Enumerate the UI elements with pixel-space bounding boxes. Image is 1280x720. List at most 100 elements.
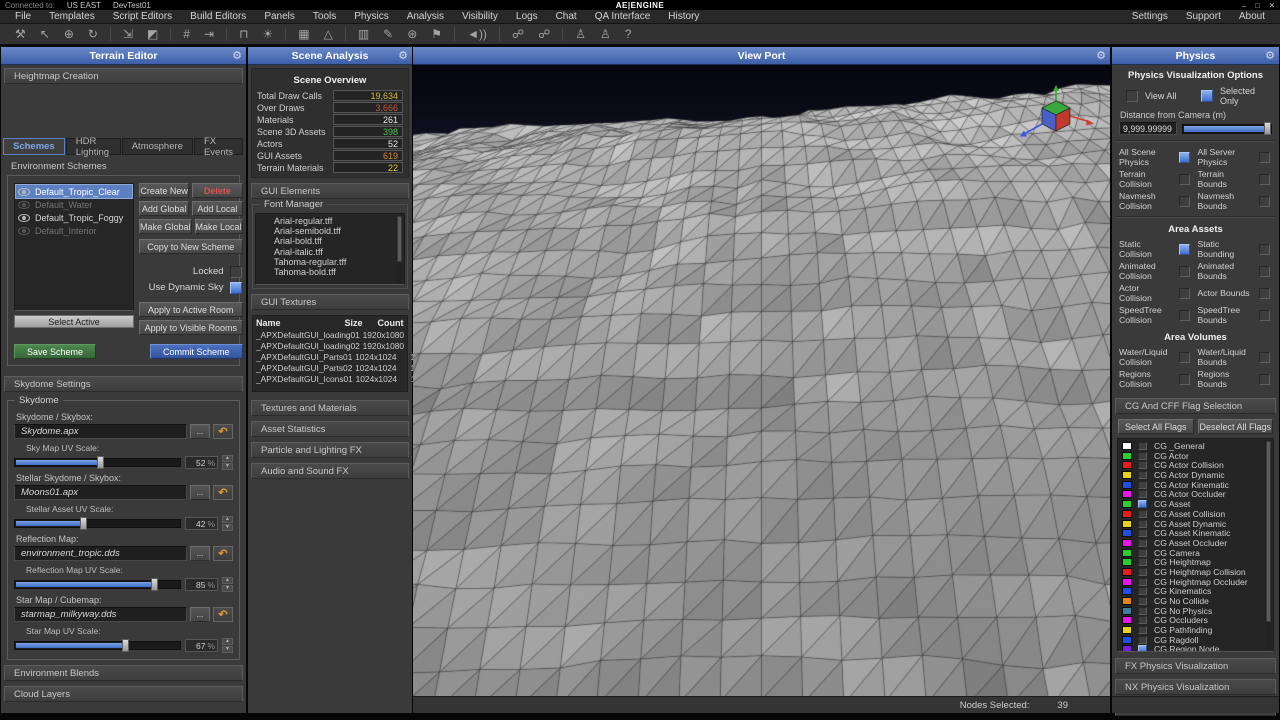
undo-icon[interactable]: ↶ <box>213 424 233 439</box>
tab-hdr-lighting[interactable]: HDR Lighting <box>66 138 121 155</box>
flag-row-cg-actor-occluder[interactable]: CG Actor Occluder <box>1122 489 1263 499</box>
browse-button[interactable]: ... <box>190 546 210 561</box>
delete-button[interactable]: Delete <box>192 183 242 198</box>
flag-checkbox-cg-heightmap-collision[interactable] <box>1138 568 1147 576</box>
flag-checkbox-cg-heightmap-occluder[interactable] <box>1138 578 1147 586</box>
checkbox-static-bounding[interactable] <box>1259 244 1270 255</box>
section-heightmap-creation[interactable]: Heightmap Creation <box>4 68 243 84</box>
percent-value[interactable]: 52% <box>185 456 218 469</box>
move-icon[interactable]: ⊕ <box>57 24 81 44</box>
create-new-button[interactable]: Create New <box>139 183 189 198</box>
section-textures-and-materials[interactable]: Textures and Materials <box>251 400 409 416</box>
gear-icon[interactable]: ⚙ <box>398 49 408 62</box>
flag-icon[interactable]: ⚑ <box>424 24 449 44</box>
align-icon[interactable]: ⇥ <box>197 24 221 44</box>
hammer-tool-icon[interactable]: ⚒ <box>8 24 33 44</box>
select-all-flags-button[interactable]: Select All Flags <box>1118 419 1194 434</box>
audio-icon[interactable]: ◄)) <box>460 24 494 44</box>
actor-build-icon[interactable]: ♙ <box>568 24 593 44</box>
undo-icon[interactable]: ↶ <box>213 485 233 500</box>
checkbox-water-liquid-collision[interactable] <box>1179 352 1190 363</box>
undo-icon[interactable]: ↶ <box>213 607 233 622</box>
font-list-scrollbar[interactable] <box>396 215 403 283</box>
visibility-eye-icon[interactable] <box>18 214 30 222</box>
link-icon[interactable]: ☍ <box>505 24 531 44</box>
skydome-skybox-input[interactable]: Skydome.apx <box>14 424 187 439</box>
resize-icon[interactable]: ◩ <box>140 24 165 44</box>
commit-scheme-button[interactable]: Commit Scheme <box>150 344 243 359</box>
flag-row-cg-actor-dynamic[interactable]: CG Actor Dynamic <box>1122 470 1263 480</box>
checkbox-all-scene-physics[interactable] <box>1179 152 1190 163</box>
spin-up-icon[interactable]: ▲ <box>222 516 233 523</box>
flag-checkbox-cg-actor-collision[interactable] <box>1138 461 1147 469</box>
flag-row-cg-heightmap[interactable]: CG Heightmap <box>1122 557 1263 567</box>
visibility-eye-icon[interactable] <box>18 227 30 235</box>
spin-up-icon[interactable]: ▲ <box>222 577 233 584</box>
menu-about[interactable]: About <box>1230 11 1274 22</box>
flag-checkbox-cg-asset-kinematic[interactable] <box>1138 529 1147 537</box>
menu-logs[interactable]: Logs <box>507 11 547 22</box>
slider-handle[interactable] <box>80 517 87 530</box>
slider-handle[interactable] <box>151 578 158 591</box>
locked-checkbox[interactable] <box>230 266 242 278</box>
slider-handle[interactable] <box>97 456 104 469</box>
flag-checkbox-cg-occluders[interactable] <box>1138 616 1147 624</box>
flag-row-cg-no-collide[interactable]: CG No Collide <box>1122 596 1263 606</box>
menu-script-editors[interactable]: Script Editors <box>104 11 181 22</box>
menu-support[interactable]: Support <box>1177 11 1230 22</box>
save-scheme-button[interactable]: Save Scheme <box>14 344 96 359</box>
menu-physics[interactable]: Physics <box>345 11 397 22</box>
menu-build-editors[interactable]: Build Editors <box>181 11 255 22</box>
gear-icon[interactable]: ⚙ <box>1265 49 1275 62</box>
flag-checkbox-cg-actor-dynamic[interactable] <box>1138 471 1147 479</box>
spin-down-icon[interactable]: ▼ <box>222 524 233 531</box>
star-map-uv-scale-slider[interactable] <box>14 641 181 650</box>
axis-gizmo[interactable] <box>1008 85 1096 147</box>
font-item-arial-semibold-tff[interactable]: Arial-semibold.tff <box>260 226 394 236</box>
tab-schemes[interactable]: Schemes <box>3 138 65 155</box>
brush-icon[interactable]: ✎ <box>376 24 400 44</box>
gear-icon[interactable]: ⚙ <box>232 49 242 62</box>
distance-slider[interactable] <box>1182 124 1272 134</box>
flag-checkbox-cg-ragdoll[interactable] <box>1138 636 1147 644</box>
distance-slider-handle[interactable] <box>1264 122 1271 135</box>
menu-visibility[interactable]: Visibility <box>453 11 507 22</box>
flag-checkbox-cg-asset-collision[interactable] <box>1138 510 1147 518</box>
apply-to-active-room-button[interactable]: Apply to Active Room <box>139 302 243 317</box>
light-icon[interactable]: ☀ <box>255 24 280 44</box>
flag-row-cg-region-node[interactable]: CG Region Node <box>1122 644 1263 652</box>
apply-to-visible-rooms-button[interactable]: Apply to Visible Rooms <box>139 320 243 335</box>
flag-checkbox-cg-asset-dynamic[interactable] <box>1138 520 1147 528</box>
flag-checkbox-cg-asset-occluder[interactable] <box>1138 539 1147 547</box>
add-local-button[interactable]: Add Local <box>192 201 242 216</box>
menu-templates[interactable]: Templates <box>40 11 104 22</box>
flag-checkbox-cg-region-node[interactable] <box>1138 645 1147 652</box>
section-particle-and-lighting-fx[interactable]: Particle and Lighting FX <box>251 442 409 458</box>
flag-checkbox-cg-no-physics[interactable] <box>1138 607 1147 615</box>
font-item-tahoma-regular-tff[interactable]: Tahoma-regular.tff <box>260 257 394 267</box>
library-icon[interactable]: ▥ <box>351 24 376 44</box>
flag-checkbox-cg-heightmap[interactable] <box>1138 558 1147 566</box>
package-icon[interactable]: ▦ <box>291 24 316 44</box>
flag-row-cg-kinematics[interactable]: CG Kinematics <box>1122 586 1263 596</box>
flag-row-cg-heightmap-occluder[interactable]: CG Heightmap Occluder <box>1122 577 1263 587</box>
checkbox-static-collision[interactable] <box>1179 244 1190 255</box>
menu-analysis[interactable]: Analysis <box>398 11 453 22</box>
add-global-button[interactable]: Add Global <box>139 201 189 216</box>
flag-row-cg-asset-occluder[interactable]: CG Asset Occluder <box>1122 538 1263 548</box>
flag-row-cg-actor[interactable]: CG Actor <box>1122 451 1263 461</box>
magnet-icon[interactable]: ⊓ <box>232 24 255 44</box>
node-graph-icon[interactable]: ⊛ <box>400 24 424 44</box>
flag-row-cg-no-physics[interactable]: CG No Physics <box>1122 606 1263 616</box>
spin-down-icon[interactable]: ▼ <box>222 646 233 653</box>
unlink-icon[interactable]: ☍ <box>531 24 557 44</box>
checkbox-water-liquid-bounds[interactable] <box>1259 352 1270 363</box>
menu-chat[interactable]: Chat <box>547 11 586 22</box>
browse-button[interactable]: ... <box>190 485 210 500</box>
flag-row-cg-actor-kinematic[interactable]: CG Actor Kinematic <box>1122 480 1263 490</box>
actor-query-icon[interactable]: ? <box>618 24 639 44</box>
section-gui-elements[interactable]: GUI Elements <box>251 183 409 199</box>
flag-row-cg-ragdoll[interactable]: CG Ragdoll <box>1122 635 1263 645</box>
column-count[interactable]: Count <box>377 317 404 330</box>
percent-value[interactable]: 42% <box>185 517 218 530</box>
